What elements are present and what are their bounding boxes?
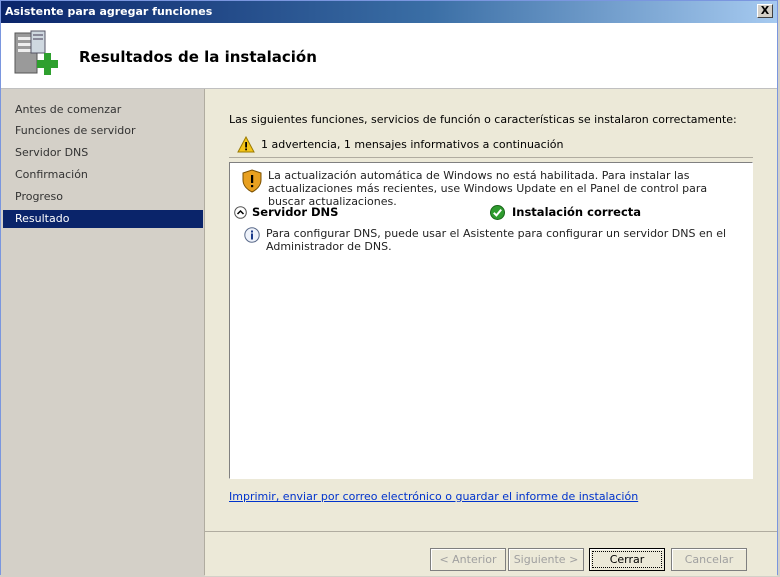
- warning-icon: [237, 136, 255, 153]
- sidebar-item-confirmacion[interactable]: Confirmación: [3, 166, 203, 184]
- next-button[interactable]: Siguiente >: [508, 548, 584, 571]
- collapse-chevron-up-icon[interactable]: [234, 206, 247, 219]
- results-panel[interactable]: La actualización automática de Windows n…: [229, 162, 753, 479]
- window-title: Asistente para agregar funciones: [5, 5, 213, 18]
- sidebar-item-progreso[interactable]: Progreso: [3, 188, 203, 206]
- server-add-icon: [14, 30, 58, 75]
- main-content: Las siguientes funciones, servicios de f…: [205, 89, 777, 531]
- wizard-window: Asistente para agregar funciones X Resul…: [0, 0, 778, 576]
- info-icon: [244, 227, 260, 243]
- success-check-icon: [490, 205, 505, 220]
- close-window-button[interactable]: X: [757, 4, 773, 18]
- wizard-footer: < Anterior Siguiente > Cerrar Cancelar: [205, 531, 777, 576]
- cancel-button[interactable]: Cancelar: [671, 548, 747, 571]
- page-title: Resultados de la instalación: [79, 48, 317, 66]
- focus-rect: [592, 551, 662, 568]
- intro-text: Las siguientes funciones, servicios de f…: [229, 113, 737, 126]
- close-button[interactable]: Cerrar: [589, 548, 665, 571]
- sidebar-item-funciones-de-servidor[interactable]: Funciones de servidor: [3, 122, 203, 140]
- summary-text: 1 advertencia, 1 mensajes informativos a…: [261, 138, 564, 151]
- sidebar-item-resultado[interactable]: Resultado: [3, 210, 203, 228]
- windows-update-warning: La actualización automática de Windows n…: [268, 169, 708, 208]
- info-message: Para configurar DNS, puede usar el Asist…: [266, 227, 727, 253]
- sidebar-item-antes-de-comenzar[interactable]: Antes de comenzar: [3, 101, 203, 119]
- windows-update-shield-icon: [242, 169, 262, 193]
- title-bar[interactable]: Asistente para agregar funciones X: [1, 1, 777, 23]
- wizard-header: Resultados de la instalación: [1, 23, 777, 89]
- wizard-steps-sidebar: Antes de comenzar Funciones de servidor …: [1, 89, 205, 575]
- role-result-row: Servidor DNS Instalación correcta: [234, 205, 744, 221]
- back-button[interactable]: < Anterior: [430, 548, 506, 571]
- sidebar-item-servidor-dns[interactable]: Servidor DNS: [3, 144, 203, 162]
- installation-report-link[interactable]: Imprimir, enviar por correo electrónico …: [229, 490, 638, 503]
- divider: [229, 157, 753, 158]
- install-status: Instalación correcta: [512, 205, 642, 219]
- role-name: Servidor DNS: [252, 205, 339, 219]
